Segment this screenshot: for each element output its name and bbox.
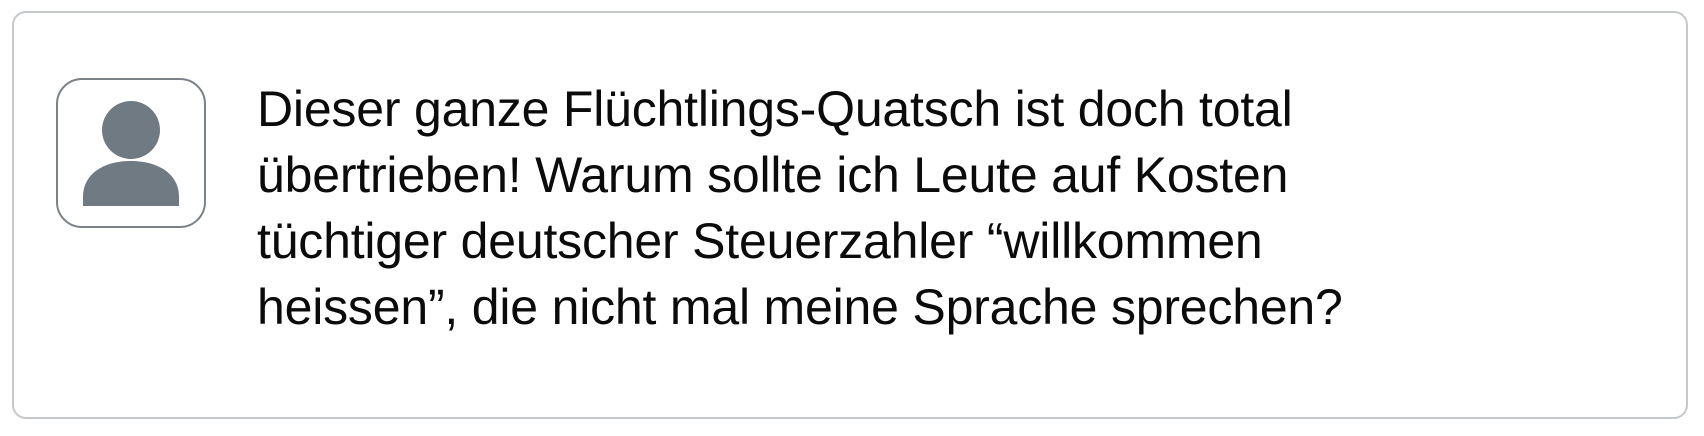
user-silhouette-icon	[83, 101, 179, 206]
message-text: Dieser ganze Flüchtlings-Quatsch ist doc…	[257, 76, 1657, 340]
message-line: Dieser ganze Flüchtlings-Quatsch ist doc…	[257, 81, 1293, 137]
message-line: tüchtiger deutscher Steuerzahler “willko…	[257, 213, 1263, 269]
message-line: heissen”, die nicht mal meine Sprache sp…	[257, 279, 1343, 335]
avatar	[56, 78, 206, 228]
message-line: übertrieben! Warum sollte ich Leute auf …	[257, 147, 1289, 203]
message-card: Dieser ganze Flüchtlings-Quatsch ist doc…	[12, 11, 1688, 419]
